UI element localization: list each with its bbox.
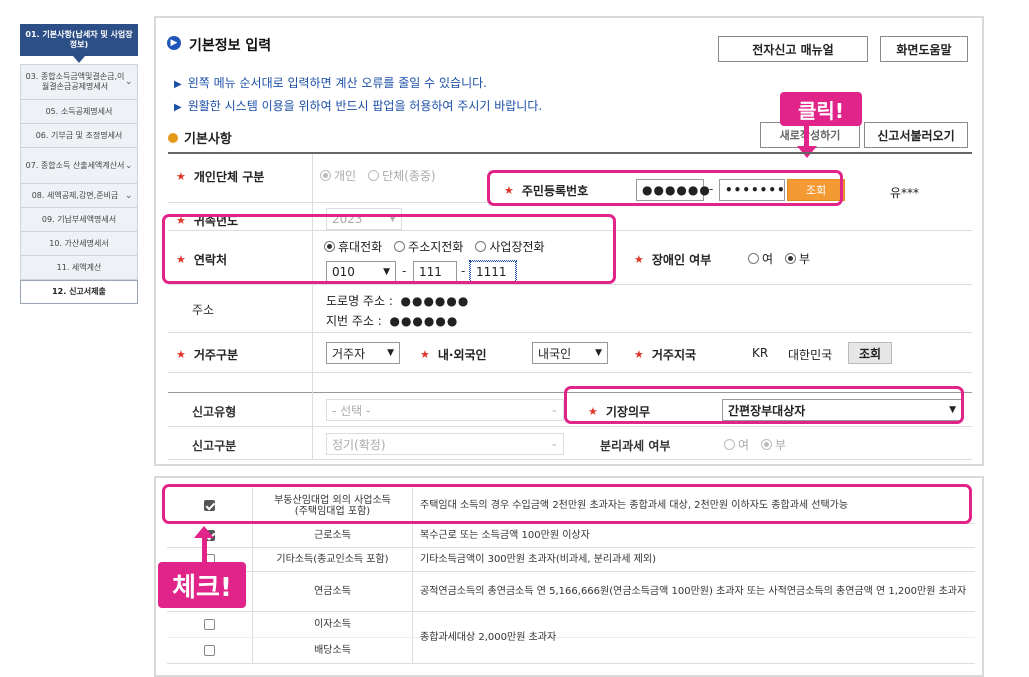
sidebar-item-basic-info[interactable]: 01. 기본사항(납세자 및 사업장정보): [20, 24, 138, 63]
country-lookup-button[interactable]: 조회: [848, 342, 892, 364]
check-annotation-label: 체크!: [158, 562, 246, 608]
country-label: ★ 거주지국: [634, 348, 697, 362]
separate-tax-radio-group: 여 부: [724, 436, 792, 453]
contact-highlight-frame: [162, 214, 616, 284]
table-row: 연금소득 공적연금소득의 총연금소득 연 5,166,666원(연금소득금액 1…: [167, 572, 975, 612]
disability-radio-group: 여 부: [748, 250, 816, 267]
business-income-highlight-frame: [162, 484, 972, 524]
sidebar-item-tax-compute[interactable]: 11. 세액계산: [20, 256, 138, 280]
section-title: 기본사항: [168, 128, 232, 147]
bookkeeping-highlight-frame: [564, 386, 964, 424]
notice-line-2: ▶ 원활한 시스템 이용을 위하여 반드시 팝업을 허용하여 주시기 바랍니다.: [174, 99, 543, 113]
sidebar-item-label: 01. 기본사항(납세자 및 사업장정보): [25, 30, 133, 49]
sidebar-item-donation[interactable]: 06. 기부금 및 조정명세서: [20, 124, 138, 148]
chevron-down-icon: ⌄: [125, 77, 133, 87]
screen-help-button[interactable]: 화면도움말: [880, 36, 968, 62]
e-filing-manual-button[interactable]: 전자신고 매뉴얼: [718, 36, 868, 62]
divider: [168, 202, 488, 203]
divider: [168, 372, 972, 373]
sidebar-item-label: 05. 소득공제명세서: [45, 106, 113, 116]
chevron-down-icon: ⌄: [125, 190, 133, 201]
residency-select[interactable]: 거주자 ▼: [326, 342, 400, 364]
sidebar-item-label: 12. 신고서제출: [52, 287, 106, 296]
separate-tax-label: 분리과세 여부: [600, 439, 671, 453]
table-row: 근로소득 복수근로 또는 소득금액 100만원 이상자: [167, 524, 975, 548]
arrow-up-icon: [202, 536, 207, 562]
sidebar-item-submit[interactable]: 12. 신고서제출: [20, 280, 138, 304]
sidebar-item-prepaid-tax[interactable]: 09. 기납부세액명세서: [20, 208, 138, 232]
sidebar-item-tax-calc-sheet[interactable]: 07. 종합소득 산출세액계산서 ⌄: [20, 148, 138, 184]
divider: [168, 459, 972, 460]
table-row: 이자소득 종합과세대상 2,000만원 초과자: [167, 612, 975, 643]
address-label: 주소: [192, 303, 215, 317]
sidebar-item-deduction[interactable]: 05. 소득공제명세서: [20, 100, 138, 124]
income-desc: 기타소득금액이 300만원 초과자(비과세, 분리과세 제외): [420, 554, 656, 565]
sidebar-item-label: 10. 가산세명세서: [49, 238, 109, 248]
income-name: 연금소득: [253, 572, 413, 611]
sidebar-item-label: 09. 기납부세액명세서: [41, 214, 117, 224]
notice-line-1: ▶ 왼쪽 메뉴 순서대로 입력하면 계산 오류를 줄일 수 있습니다.: [174, 76, 487, 90]
sidebar-item-label: 07. 종합소득 산출세액계산서: [25, 160, 125, 170]
triangle-right-icon: ▶: [174, 102, 182, 113]
sidebar-item-penalty[interactable]: 10. 가산세명세서: [20, 232, 138, 256]
sidebar-item-income-amount[interactable]: 03. 종합소득금액및결손금,이월결손금공제명세서 ⌄: [20, 64, 138, 100]
report-type-label: 신고유형: [192, 405, 237, 419]
disability-no-radio[interactable]: 부: [785, 250, 810, 267]
click-annotation-label: 클릭!: [780, 92, 862, 126]
residency-label: ★ 거주구분: [176, 348, 239, 362]
load-report-button[interactable]: 신고서불러오기: [864, 122, 968, 148]
divider: [168, 332, 972, 333]
triangle-right-icon: ▶: [174, 79, 182, 90]
sidebar-item-label: 03. 종합소득금액및결손금,이월결손금공제명세서: [25, 72, 125, 91]
entity-type-radio-group: 개인 단체(종중): [320, 167, 442, 184]
income-checkbox[interactable]: [204, 619, 215, 630]
rrn-highlight-frame: [487, 170, 843, 206]
page-title: 기본정보 입력: [189, 38, 272, 54]
entity-individual-radio[interactable]: 개인: [320, 167, 356, 184]
income-type-panel: 부동산임대업 외의 사업소득 (주택임대업 포함) 주택임대 소득의 경우 수입…: [154, 476, 984, 677]
sidebar-item-label: 08. 세액공제,감면,준비금: [31, 190, 119, 200]
basic-info-panel: ▶ 기본정보 입력 전자신고 매뉴얼 화면도움말 ▶ 왼쪽 메뉴 순서대로 입력하…: [154, 16, 984, 466]
country-code: KR: [752, 346, 769, 360]
country-name: 대한민국: [788, 348, 833, 362]
divider: [168, 284, 972, 285]
table-row: 기타소득(종교인소득 포함) 기타소득금액이 300만원 초과자(비과세, 분리…: [167, 548, 975, 572]
separate-tax-yes-radio[interactable]: 여: [724, 436, 749, 453]
chevron-down-icon: ⌄: [550, 439, 558, 449]
chevron-down-icon: ▼: [387, 348, 394, 358]
disability-label: ★ 장애인 여부: [634, 253, 712, 267]
lot-address: 지번 주소 : ●●●●●●: [326, 314, 459, 328]
divider: [168, 426, 972, 427]
report-type-select[interactable]: - 선택 - ⌄: [326, 399, 564, 421]
report-class-select[interactable]: 정기(확정) ⌄: [326, 433, 564, 455]
disability-yes-radio[interactable]: 여: [748, 250, 773, 267]
report-class-label: 신고구분: [192, 439, 237, 453]
sidebar-item-label: 11. 세액계산: [56, 262, 102, 272]
taxpayer-name: 유***: [890, 186, 920, 200]
income-checkbox[interactable]: [204, 645, 215, 656]
divider: [312, 154, 313, 459]
road-address: 도로명 주소 : ●●●●●●: [326, 294, 470, 308]
table-row: 배당소득: [167, 638, 975, 664]
income-name: 근로소득: [253, 524, 413, 547]
income-desc: 공적연금소득의 총연금소득 연 5,166,666원(연금소득금액 100만원)…: [420, 586, 967, 597]
sidebar-item-tax-credit[interactable]: 08. 세액공제,감면,준비금 ⌄: [20, 184, 138, 208]
sidebar: 01. 기본사항(납세자 및 사업장정보) 03. 종합소득금액및결손금,이월결…: [20, 24, 138, 304]
sidebar-item-label: 06. 기부금 및 조정명세서: [35, 130, 123, 140]
chevron-down-icon: ⌄: [550, 405, 558, 415]
income-name: 기타소득(종교인소득 포함): [253, 548, 413, 571]
section-bullet-icon: [168, 132, 178, 143]
income-desc: [413, 638, 975, 663]
nationality-label: ★ 내·외국인: [420, 348, 487, 362]
chevron-down-icon: ▼: [595, 348, 602, 358]
entity-type-label: ★ 개인단체 구분: [176, 170, 265, 184]
income-name: 배당소득: [253, 638, 413, 663]
chevron-down-icon: ⌄: [125, 160, 133, 171]
arrow-right-circle-icon: ▶: [167, 36, 181, 50]
entity-group-radio[interactable]: 단체(종중): [368, 167, 436, 184]
nationality-select[interactable]: 내국인 ▼: [532, 342, 608, 364]
income-name: 이자소득: [253, 612, 413, 637]
income-desc: 복수근로 또는 소득금액 100만원 이상자: [420, 530, 590, 541]
separate-tax-no-radio[interactable]: 부: [761, 436, 786, 453]
